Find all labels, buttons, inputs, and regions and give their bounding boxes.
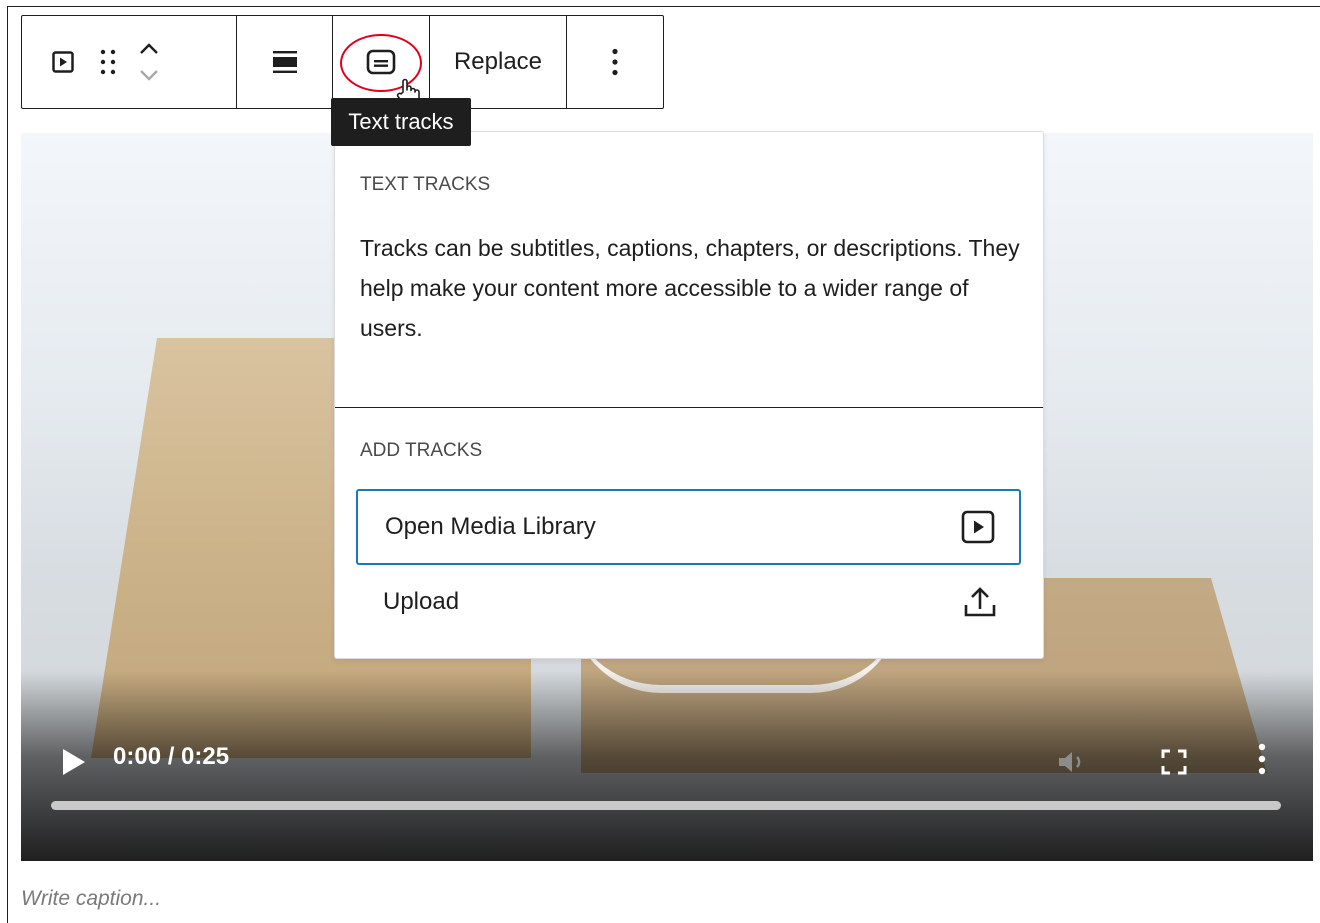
text-tracks-icon — [366, 49, 396, 75]
play-icon[interactable] — [61, 747, 87, 777]
block-type-button[interactable] — [52, 51, 74, 73]
media-library-icon — [961, 510, 995, 544]
video-controls: 0:00 / 0:25 — [21, 721, 1313, 861]
options-group — [567, 16, 663, 108]
video-progress-bar[interactable] — [51, 801, 1281, 810]
text-tracks-heading: TEXT TRACKS — [360, 174, 491, 195]
upload-button[interactable]: Upload — [356, 564, 1021, 640]
align-icon — [272, 51, 297, 73]
fullscreen-icon[interactable] — [1161, 749, 1187, 775]
text-tracks-info-section: TEXT TRACKS Tracks can be subtitles, cap… — [335, 132, 1043, 408]
volume-icon[interactable] — [1057, 749, 1091, 775]
align-group — [237, 16, 333, 108]
more-options-button[interactable] — [611, 48, 619, 76]
move-down-button[interactable] — [138, 68, 160, 82]
caption-input[interactable]: Write caption... — [21, 887, 161, 911]
text-tracks-description: Tracks can be subtitles, captions, chapt… — [360, 235, 1020, 341]
move-down-icon — [140, 70, 158, 81]
align-button[interactable] — [272, 49, 298, 75]
add-tracks-heading: ADD TRACKS — [360, 440, 483, 461]
drag-handle-button[interactable] — [100, 49, 116, 75]
upload-label: Upload — [383, 588, 460, 615]
replace-group: Replace — [430, 16, 567, 108]
more-options-icon — [612, 48, 618, 76]
move-up-button[interactable] — [138, 42, 160, 56]
text-tracks-tooltip: Text tracks — [331, 98, 471, 146]
video-options-icon[interactable] — [1257, 743, 1267, 775]
block-controls-group — [22, 16, 237, 108]
move-up-icon — [140, 43, 158, 54]
video-block-icon — [52, 51, 74, 73]
open-media-library-label: Open Media Library — [385, 513, 596, 540]
time-display: 0:00 / 0:25 — [113, 743, 230, 770]
replace-button[interactable]: Replace — [454, 48, 542, 76]
text-tracks-button[interactable] — [366, 49, 396, 75]
block-toolbar: Replace — [21, 15, 664, 109]
text-tracks-popover: TEXT TRACKS Tracks can be subtitles, cap… — [334, 131, 1044, 659]
open-media-library-button[interactable]: Open Media Library — [356, 489, 1021, 565]
upload-icon — [964, 587, 996, 617]
drag-handle-icon — [100, 49, 116, 75]
block-movers — [138, 42, 160, 82]
